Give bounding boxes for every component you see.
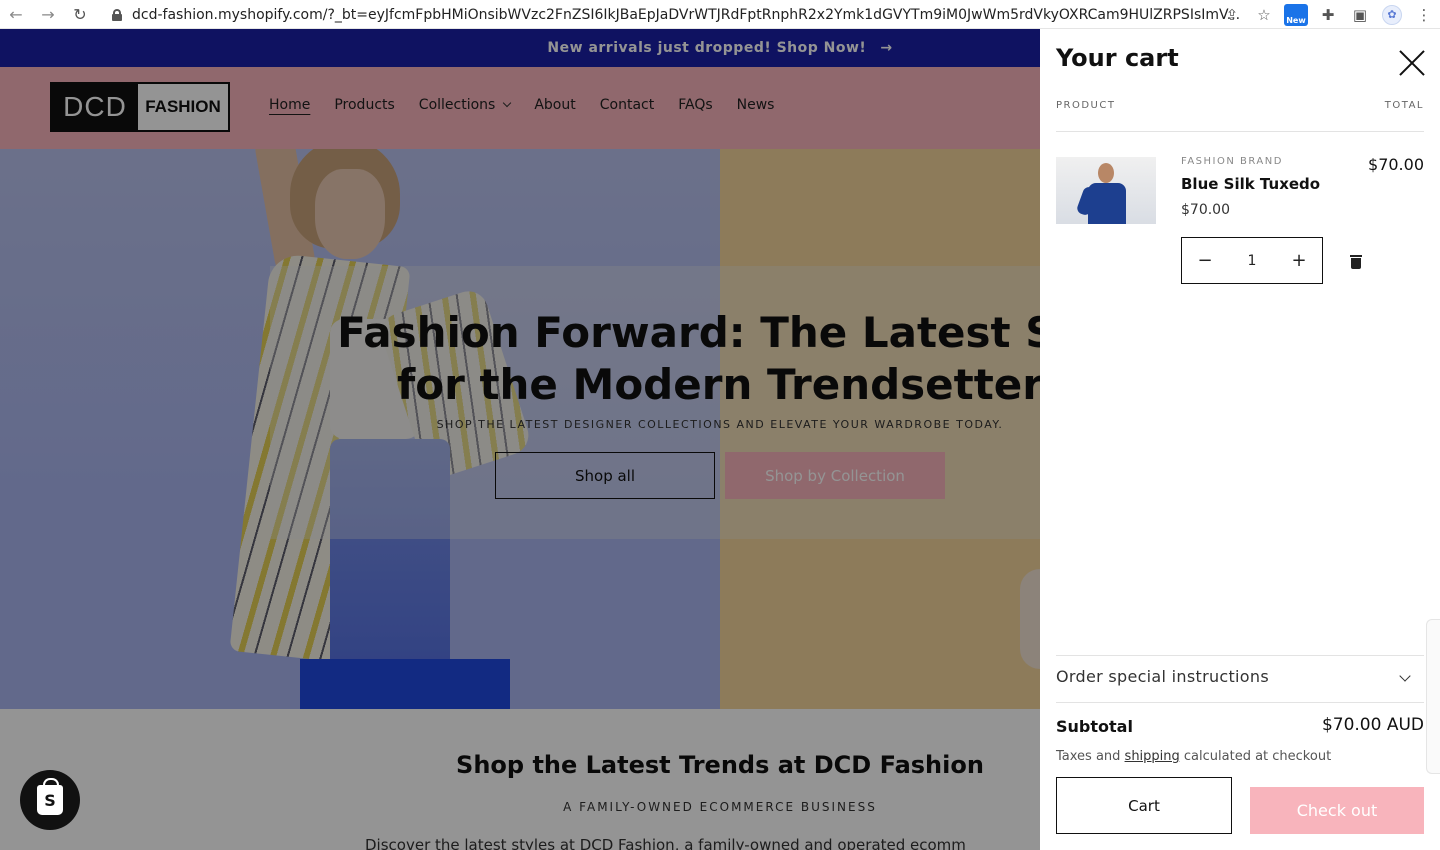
product-thumbnail[interactable] (1056, 157, 1156, 224)
quantity-stepper: − 1 + (1181, 237, 1323, 284)
checkout-button[interactable]: Check out (1250, 787, 1424, 834)
back-arrow-icon[interactable]: ← (0, 0, 32, 29)
order-instructions-toggle[interactable]: Order special instructions (1056, 667, 1269, 686)
divider (1056, 655, 1424, 656)
column-header-product: PRODUCT (1056, 100, 1116, 111)
address-bar[interactable]: dcd-fashion.myshopify.com/?_bt=eyJfcmFpb… (112, 0, 1240, 29)
decrease-quantity-button[interactable]: − (1182, 238, 1228, 283)
shipping-link[interactable]: shipping (1125, 749, 1180, 764)
subtotal-label: Subtotal (1056, 717, 1133, 736)
url-text[interactable]: dcd-fashion.myshopify.com/?_bt=eyJfcmFpb… (132, 7, 1240, 23)
product-price: $70.00 (1181, 202, 1230, 218)
divider (1056, 131, 1424, 132)
product-brand: FASHION BRAND (1181, 156, 1283, 167)
reload-icon[interactable]: ↻ (64, 0, 96, 29)
line-total: $70.00 (1368, 155, 1424, 174)
quantity-input[interactable]: 1 (1228, 253, 1276, 269)
tax-note-after: calculated at checkout (1179, 749, 1332, 764)
cart-title: Your cart (1056, 44, 1179, 72)
shopify-bag-icon: S (37, 778, 63, 815)
shopify-chat-button[interactable]: S (20, 770, 80, 830)
divider (1056, 702, 1424, 703)
tax-note-before: Taxes and (1056, 749, 1125, 764)
subtotal-value: $70.00 AUD (1321, 715, 1424, 735)
profile-icon[interactable]: ✿ (1376, 0, 1408, 29)
view-cart-button[interactable]: Cart (1056, 777, 1232, 834)
menu-dots-icon[interactable]: ⋮ (1408, 0, 1440, 29)
forward-arrow-icon[interactable]: → (32, 0, 64, 29)
star-icon[interactable]: ☆ (1248, 0, 1280, 29)
chevron-down-icon[interactable] (1399, 670, 1411, 682)
scrollbar[interactable] (1426, 619, 1440, 774)
increase-quantity-button[interactable]: + (1276, 238, 1322, 283)
browser-toolbar: ← → ↻ dcd-fashion.myshopify.com/?_bt=eyJ… (0, 0, 1440, 29)
avatar[interactable]: ✿ (1382, 4, 1402, 25)
puzzle-icon[interactable]: ✚ (1312, 0, 1344, 29)
trash-icon[interactable] (1350, 255, 1362, 269)
cart-drawer: Your cart PRODUCT TOTAL FASHION BRAND Bl… (1040, 29, 1440, 850)
tax-note: Taxes and shipping calculated at checkou… (1056, 749, 1331, 764)
product-name-link[interactable]: Blue Silk Tuxedo (1181, 175, 1320, 193)
column-header-total: TOTAL (1384, 100, 1424, 111)
lock-icon (112, 8, 122, 21)
sidebar-icon[interactable]: ▣ (1344, 0, 1376, 29)
new-badge-label: New (1286, 15, 1306, 25)
browser-actions: ⇪ ☆ New ✚ ▣ ✿ ⋮ (1216, 0, 1440, 29)
extension-icon[interactable]: New (1280, 0, 1312, 29)
share-icon[interactable]: ⇪ (1216, 0, 1248, 29)
close-icon[interactable] (1398, 49, 1426, 77)
storefront-page: New arrivals just dropped! Shop Now! → D… (0, 29, 1440, 850)
